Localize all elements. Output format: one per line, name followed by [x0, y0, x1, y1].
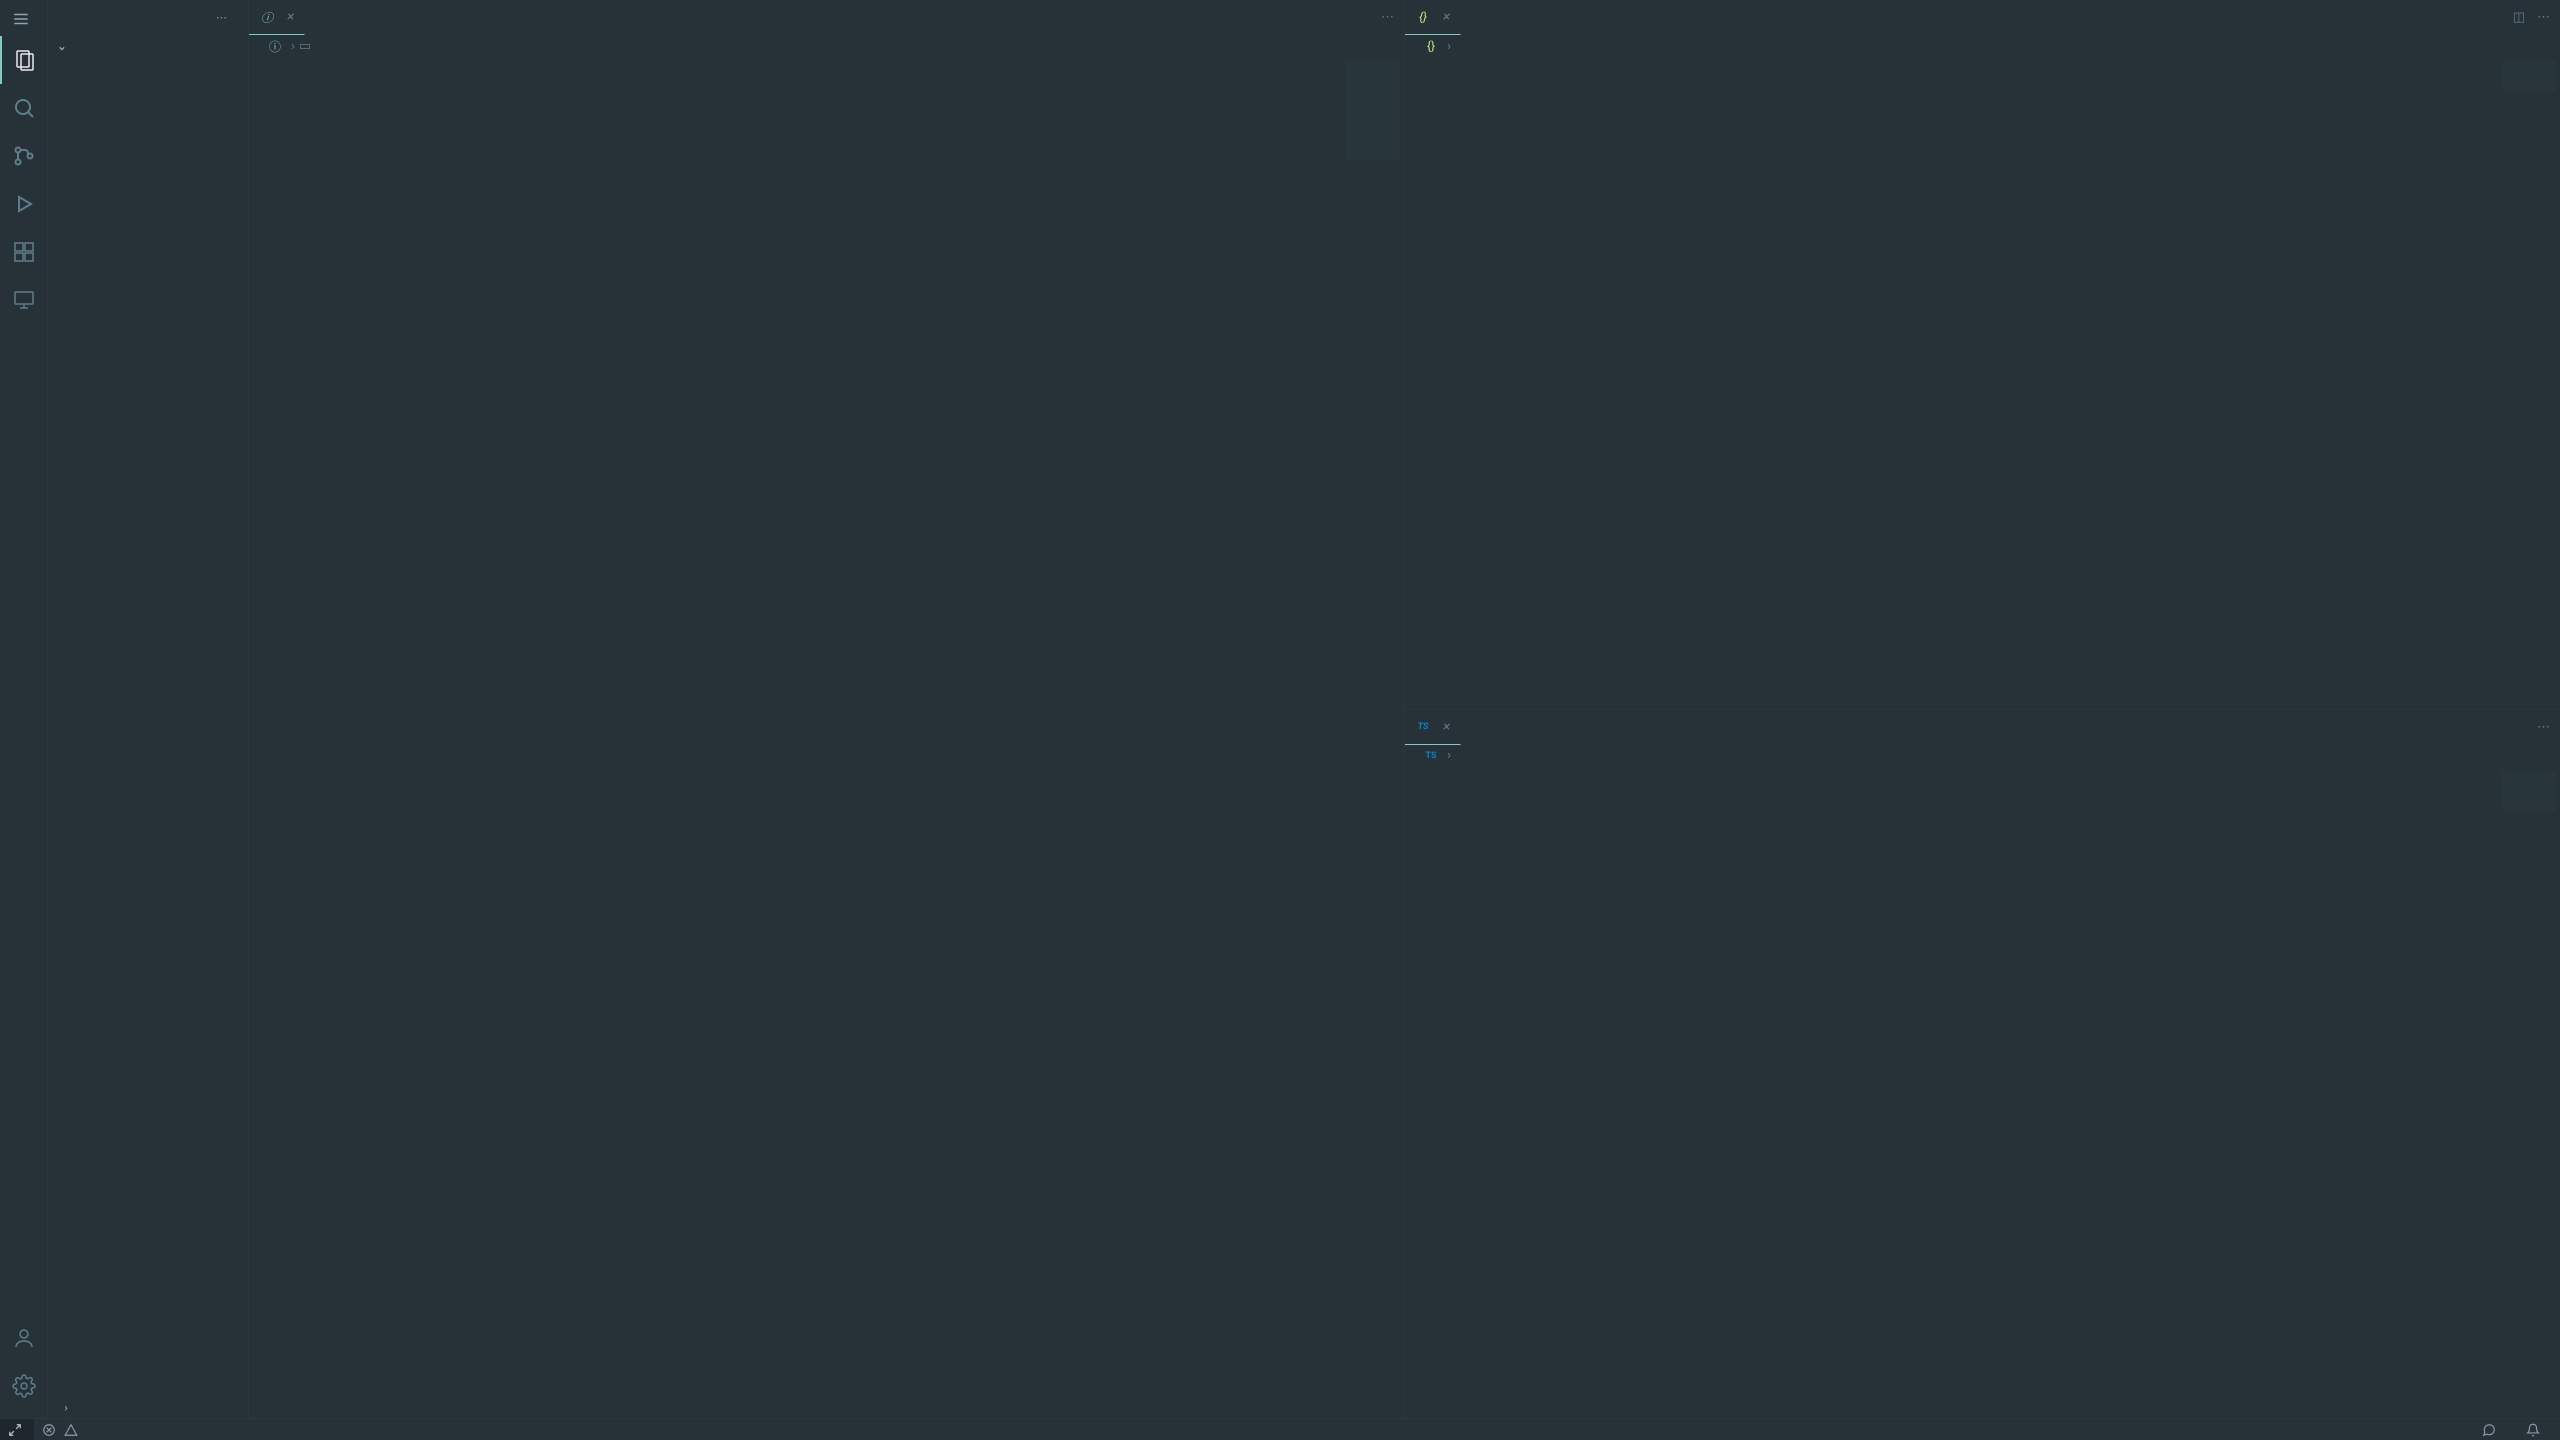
close-icon[interactable]: ×	[1443, 719, 1450, 735]
breadcrumb[interactable]: {} ›	[1405, 35, 2560, 57]
json-icon: {}	[1423, 38, 1439, 54]
editor-pane-hello: TS × ⋯ TS ›	[1405, 709, 2560, 1419]
bell-icon[interactable]	[2518, 1423, 2548, 1437]
activity-bar	[0, 0, 48, 1418]
markdown-icon: ⓘ	[259, 9, 275, 25]
editor-group-left: ⓘ × ⋯ ⓘ › ▭	[248, 0, 1404, 1418]
markdown-icon: ⓘ	[267, 38, 283, 54]
extensions-icon[interactable]	[0, 228, 48, 276]
file-tree	[48, 57, 248, 1396]
source-control-icon[interactable]	[0, 132, 48, 180]
editor-readme[interactable]	[249, 57, 1404, 1418]
menu-icon[interactable]	[12, 10, 30, 32]
ts-icon: TS	[1423, 748, 1439, 764]
minimap[interactable]	[2501, 61, 2556, 91]
feedback-icon[interactable]	[2474, 1423, 2504, 1437]
minimap[interactable]	[2501, 771, 2556, 811]
outline-section[interactable]: ›	[48, 1396, 248, 1418]
tab-readme[interactable]: ⓘ ×	[249, 0, 305, 35]
editor-hello[interactable]	[1405, 767, 2560, 1419]
editor-pane-package: {} × ◫ ⋯ {} ›	[1405, 0, 2560, 709]
theme-indicator[interactable]	[0, 1419, 34, 1440]
ts-icon: TS	[1415, 719, 1431, 735]
breadcrumb[interactable]: TS ›	[1405, 745, 2560, 767]
root-folder[interactable]: ⌄	[48, 35, 248, 57]
sidebar-header: ⋯	[48, 0, 248, 35]
close-icon[interactable]: ×	[1443, 9, 1450, 25]
tab-package[interactable]: {} ×	[1405, 0, 1461, 35]
more-icon[interactable]: ⋯	[2537, 720, 2550, 735]
breadcrumb[interactable]: ⓘ › ▭	[249, 35, 1404, 57]
errors-item[interactable]	[34, 1419, 90, 1440]
explorer-icon[interactable]	[0, 36, 48, 84]
more-icon[interactable]: ⋯	[216, 11, 228, 24]
run-icon[interactable]	[0, 180, 48, 228]
tab-hello[interactable]: TS ×	[1405, 710, 1461, 745]
more-icon[interactable]: ⋯	[1381, 10, 1394, 25]
search-icon[interactable]	[0, 84, 48, 132]
remote-icon[interactable]	[0, 276, 48, 324]
account-icon[interactable]	[0, 1314, 48, 1362]
split-icon[interactable]: ◫	[2513, 10, 2525, 25]
status-bar	[0, 1418, 2560, 1440]
tabs-left: ⓘ × ⋯	[249, 0, 1404, 35]
json-icon: {}	[1415, 9, 1431, 25]
close-icon[interactable]: ×	[287, 9, 294, 25]
minimap[interactable]	[1345, 61, 1400, 161]
editor-package[interactable]	[1405, 57, 2560, 709]
settings-icon[interactable]	[0, 1362, 48, 1410]
sidebar: ⋯ ⌄ ›	[48, 0, 248, 1418]
more-icon[interactable]: ⋯	[2537, 10, 2550, 25]
